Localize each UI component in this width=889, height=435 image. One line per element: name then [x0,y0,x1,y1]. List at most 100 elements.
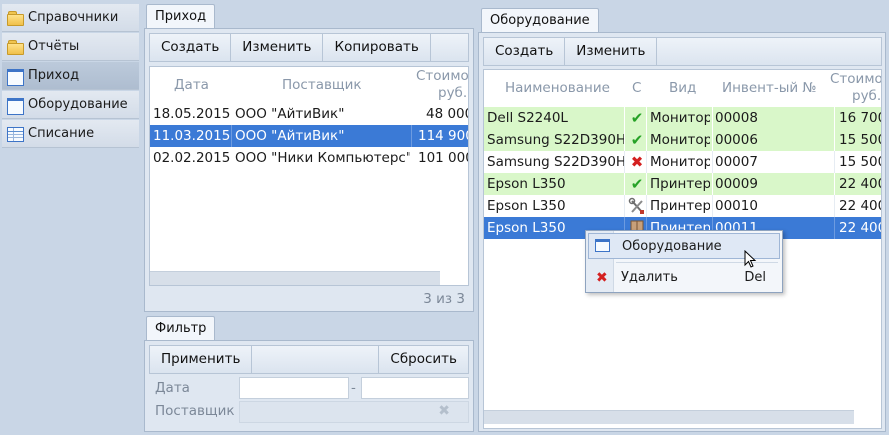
table-row[interactable]: 02.02.2015 ООО "Ники Компьютерс" 101 000 [150,147,468,169]
cell-cost: 15 500 [839,132,882,148]
cell-kind: Монитор [650,132,710,148]
cell-date: 02.02.2015 [153,150,231,166]
cell-name: Samsung S22D390H [487,154,624,170]
column-state[interactable]: С [632,80,641,96]
folder-icon [7,39,24,55]
window-icon [595,239,610,252]
nav-item-reports[interactable]: Отчёты [2,33,139,61]
cell-cost: 114 900 [418,128,469,144]
table-row[interactable]: Dell S2240L ✔ Монитор 00008 16 700 [484,107,881,129]
tab-equipment[interactable]: Оборудование [481,8,599,32]
cell-kind: Принтер [650,198,710,214]
table-row[interactable]: 18.05.2015 ООО "АйтиВик" 48 000 [150,103,468,125]
nav-item-equipment[interactable]: Оборудование [2,91,139,119]
check-icon: ✔ [630,131,644,149]
folder-icon [7,10,24,26]
cell-cost: 22 400 [839,220,882,236]
horizontal-scrollbar[interactable] [484,410,854,424]
check-icon: ✔ [630,175,644,193]
date-from-field[interactable] [239,377,349,399]
cell-date: 11.03.2015 [153,128,231,144]
column-cost-unit: руб. [438,85,468,101]
column-cost[interactable]: Стоимо [830,71,881,87]
cell-kind: Принтер [650,176,710,192]
equipment-create-button[interactable]: Создать [484,38,566,65]
nav-item-writeoff[interactable]: Списание [2,120,139,148]
cell-inventory-number: 00006 [715,132,758,148]
income-panel: Создать Изменить Копировать Дата Поставщ… [144,28,474,312]
horizontal-scrollbar[interactable] [150,271,440,285]
column-cost-unit: руб. [852,88,882,104]
table-row[interactable]: 11.03.2015 ООО "АйтиВик" 114 900 [150,125,468,147]
tab-equipment-label: Оборудование [490,13,590,28]
equipment-edit-button[interactable]: Изменить [565,38,658,65]
cell-name: Dell S2240L [487,110,568,126]
supplier-field[interactable]: ✖ [239,401,469,423]
cell-name: Epson L350 [487,198,566,214]
check-icon: ✔ [630,109,644,127]
window-icon [7,68,24,86]
income-create-button[interactable]: Создать [150,34,232,61]
supplier-label: Поставщик [155,403,235,419]
tab-filter[interactable]: Фильтр [146,316,216,340]
filter-reset-button[interactable]: Сбросить [378,346,468,373]
record-counter: 3 из 3 [423,291,465,307]
cell-inventory-number: 00009 [715,176,758,192]
filter-apply-button[interactable]: Применить [150,346,253,373]
table-row[interactable]: Epson L350 Принтер 00010 22 400 [484,195,881,217]
cell-cost: 22 400 [839,198,882,214]
context-menu-label: Оборудование [622,239,722,254]
nav-item-income[interactable]: Приход [2,62,139,90]
nav-item-label: Справочники [28,10,119,25]
table-row[interactable]: Samsung S22D390H ✔ Монитор 00006 15 500 [484,129,881,151]
column-inventory-number[interactable]: Инвент-ый № [722,80,817,96]
date-range-separator: - [351,380,356,396]
cell-cost: 101 000 [418,150,469,166]
delete-icon: ✖ [596,270,608,286]
navigation-sidebar: Справочники Отчёты Приход Оборудование С… [0,0,140,435]
income-table-header: Дата Поставщик Стоимо руб. [150,67,468,103]
tab-income-label: Приход [155,9,207,24]
income-edit-button[interactable]: Изменить [231,34,324,61]
cell-supplier: ООО "АйтиВик" [235,106,345,122]
cell-name: Samsung S22D390H [487,132,624,148]
cell-cost: 48 000 [426,106,469,122]
column-supplier[interactable]: Поставщик [282,77,362,93]
window-icon [7,97,24,115]
cell-kind: Монитор [650,110,710,126]
equipment-toolbar: Создать Изменить [483,37,882,66]
repair-icon [628,195,646,217]
cell-cost: 16 700 [839,110,882,126]
nav-item-directories[interactable]: Справочники [2,4,139,32]
context-menu-label: Удалить [621,270,678,285]
mouse-cursor-icon [744,250,757,268]
filter-panel: Применить Сбросить Дата - Поставщик ✖ [144,340,474,432]
nav-item-label: Оборудование [28,97,128,112]
date-to-field[interactable] [361,377,469,399]
tab-income[interactable]: Приход [146,4,216,28]
date-label: Дата [155,380,190,396]
equipment-table-header: Наименование С Вид Инвент-ый № Стоимо ру… [484,70,881,106]
income-copy-button[interactable]: Копировать [323,34,431,61]
tab-filter-label: Фильтр [155,321,207,336]
column-name[interactable]: Наименование [505,80,610,96]
cell-supplier: ООО "Ники Компьютерс" [235,150,410,166]
cell-kind: Монитор [650,154,710,170]
cell-date: 18.05.2015 [153,106,231,122]
column-cost[interactable]: Стоимо [416,68,468,84]
cell-name: Epson L350 [487,176,566,192]
cell-inventory-number: 00010 [715,198,758,214]
nav-item-label: Списание [28,126,95,141]
clear-icon[interactable]: ✖ [438,403,450,419]
filter-toolbar: Применить Сбросить [149,345,469,374]
cell-cost: 15 500 [839,154,882,170]
column-kind[interactable]: Вид [669,80,696,96]
table-row[interactable]: Samsung S22D390H ✖ Монитор 00007 15 500 [484,151,881,173]
table-row[interactable]: Epson L350 ✔ Принтер 00009 22 400 [484,173,881,195]
table-icon [7,126,24,142]
cross-icon: ✖ [630,153,644,171]
nav-item-label: Приход [28,68,80,83]
column-date[interactable]: Дата [174,77,209,93]
cell-inventory-number: 00008 [715,110,758,126]
income-table: Дата Поставщик Стоимо руб. 18.05.2015 ОО… [149,66,469,286]
